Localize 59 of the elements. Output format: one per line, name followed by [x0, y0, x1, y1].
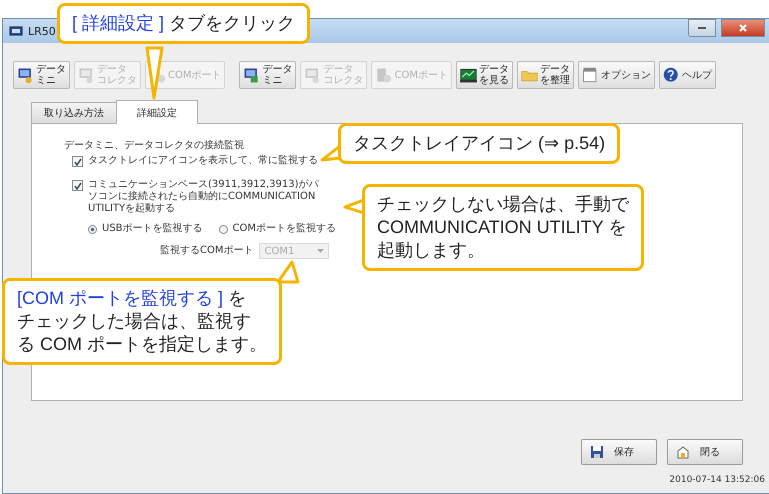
toolbar-label: COMポート: [394, 70, 448, 80]
callout-text: [COM ポートを監視する ] を チェックした場合は、監視す る COM ポートを指定します。: [17, 287, 267, 356]
toolbar-button[interactable]: データ ミニ: [239, 61, 296, 89]
footer-button[interactable]: 保存: [581, 439, 657, 465]
tab[interactable]: 取り込み方法: [31, 102, 117, 123]
window-icon: [582, 66, 599, 84]
document-icon: [375, 66, 392, 84]
callout-text: チェックしない場合は、手動で COMMUNICATION UTILITY を 起動します。: [377, 193, 629, 262]
toolbar-label: データ: [262, 64, 292, 75]
checkbox[interactable]: [72, 156, 83, 167]
callout-pointer: [146, 46, 164, 100]
house-icon: [676, 445, 690, 459]
caret-icon: [317, 249, 324, 253]
toolbar-button[interactable]: ヘルプ: [658, 61, 716, 89]
group-title: データミニ、データコレクタの接続監視: [64, 138, 244, 152]
checkbox-label: タスクトレイにアイコンを表示して、常に監視する: [88, 155, 318, 167]
toolbar-label: オプション: [600, 70, 651, 80]
toolbar-label: ミニ: [262, 75, 284, 86]
toolbar-button[interactable]: データ ミニ: [13, 61, 70, 89]
check-icon: [74, 182, 82, 190]
device-icon: [243, 66, 260, 84]
help-icon: [662, 66, 680, 84]
toolbar-button[interactable]: データ を整理: [516, 61, 574, 89]
toolbar-label: データ: [540, 64, 570, 75]
footer-button[interactable]: 閉る: [667, 439, 743, 465]
window-title: LR50: [28, 24, 56, 38]
radio-button[interactable]: [218, 224, 228, 234]
toolbar-label: を整理: [540, 75, 570, 86]
radio-label: USBポートを監視する: [102, 223, 203, 235]
toolbar-label: データ: [97, 64, 128, 75]
radio-button[interactable]: [88, 224, 97, 234]
device-icon: [304, 66, 322, 84]
checkbox[interactable]: [72, 180, 83, 191]
minimize-button[interactable]: [688, 19, 716, 37]
device-icon: [17, 66, 34, 84]
toolbar-label: ミニ: [36, 75, 57, 86]
close-button[interactable]: [721, 19, 765, 37]
timestamp: 2010-07-14 13:52:06: [669, 475, 765, 485]
toolbar-label: を見る: [478, 75, 509, 86]
minimize-icon: [698, 26, 706, 30]
callout-text: [ 詳細設定 ] タブをクリック: [72, 12, 296, 35]
toolbar-label: コレクタ: [323, 75, 364, 86]
toolbar-label: データ: [478, 64, 509, 75]
field-label: 監視するCOMポート: [160, 245, 254, 257]
device-icon: [78, 66, 95, 84]
check-icon: [74, 158, 82, 166]
radio-label: COMポートを監視する: [232, 223, 336, 235]
toolbar-label: データ: [323, 64, 354, 75]
checkbox-label: コミュニケーションベース(3911,3912,3913)がパソコンに接続されたら自動的にCOMMUNICATION UTILITYを起動する: [88, 179, 320, 215]
toolbar-label: データ: [36, 64, 66, 75]
callout-text: タスクトレイアイコン (⇒ p.54): [353, 132, 606, 155]
toolbar-label: コレクタ: [97, 75, 137, 86]
toolbar-label: COMポート: [168, 70, 222, 80]
app-icon: [9, 26, 23, 36]
close-icon: [739, 24, 747, 32]
toolbar-label: ヘルプ: [682, 70, 712, 80]
toolbar-button[interactable]: オプション: [578, 61, 655, 89]
chart-screen-icon: [460, 66, 477, 84]
toolbar-button[interactable]: データ を見る: [456, 61, 513, 89]
